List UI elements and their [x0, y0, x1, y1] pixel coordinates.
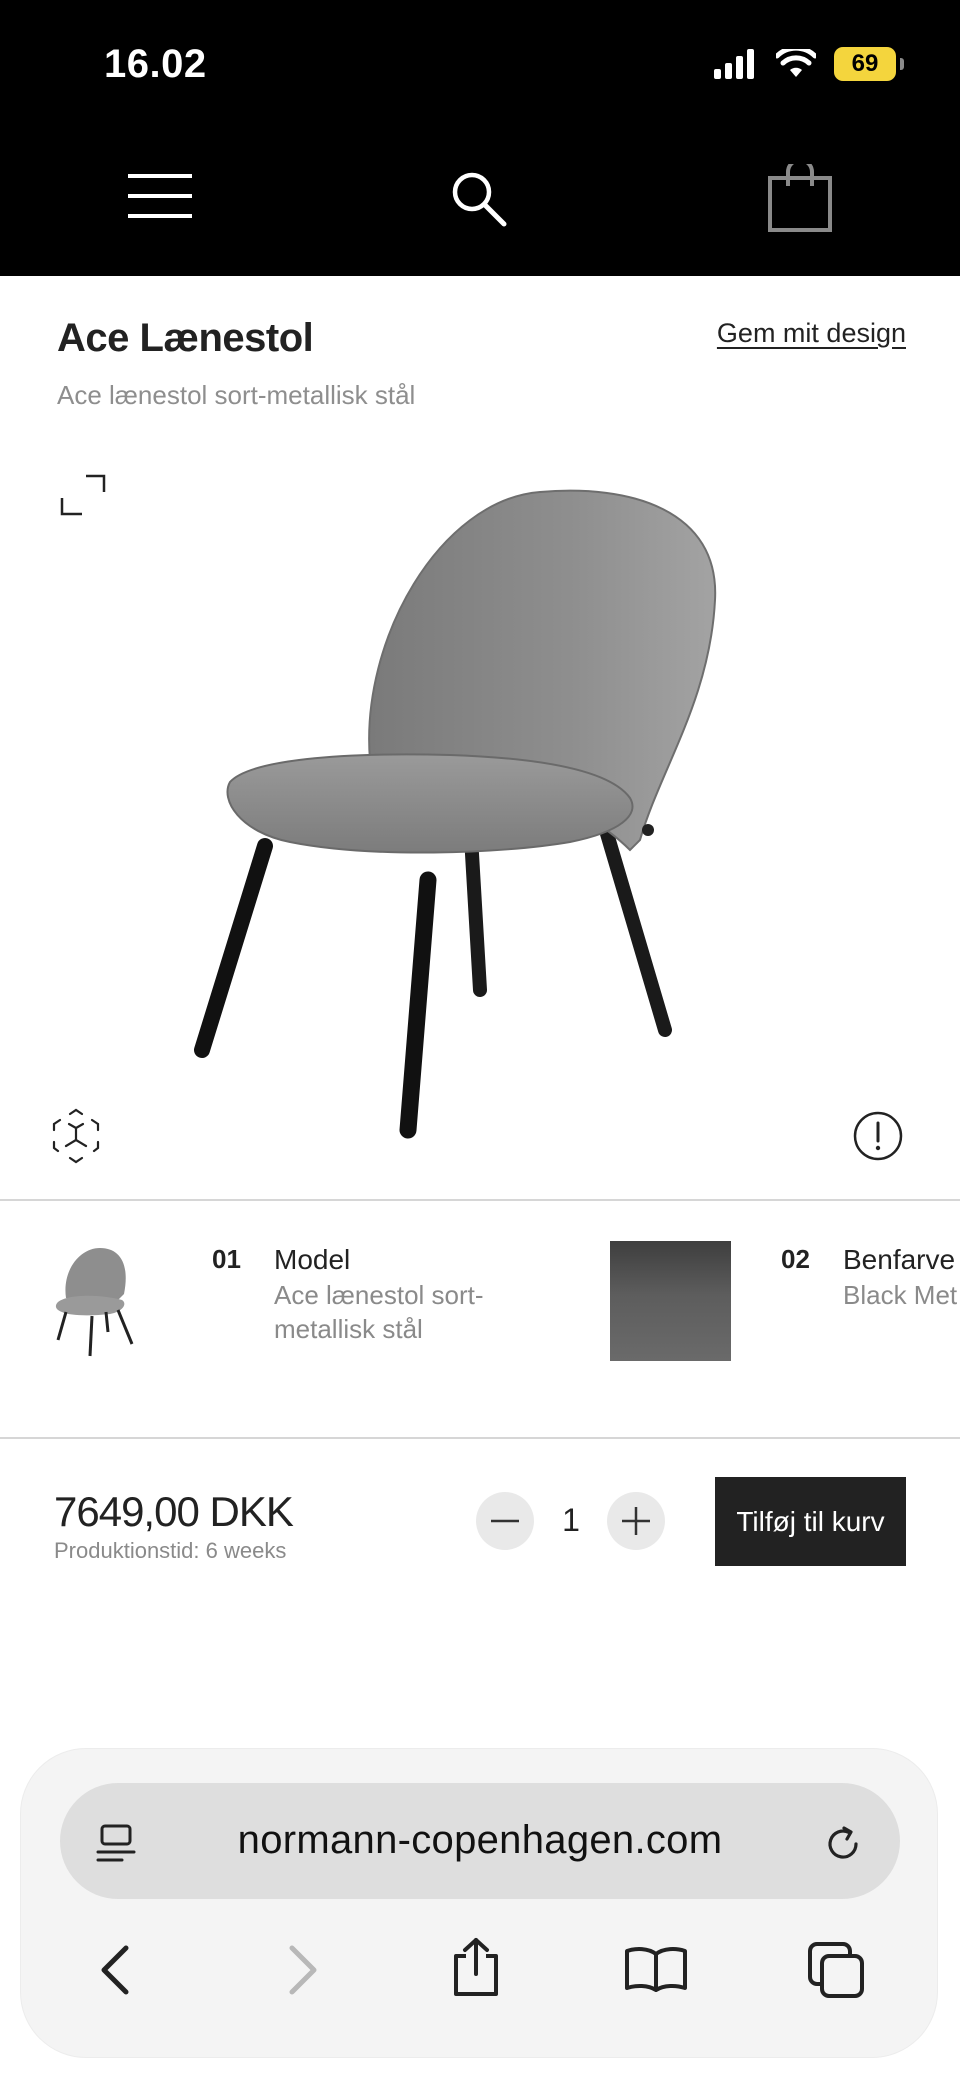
divider-bottom	[0, 1437, 960, 1439]
cellular-signal-icon	[714, 49, 754, 79]
minus-icon	[491, 1519, 519, 1523]
product-price: 7649,00 DKK	[54, 1488, 294, 1535]
step-label-leg-color[interactable]: Benfarve	[843, 1244, 955, 1276]
save-design-link[interactable]: Gem mit design	[717, 318, 906, 349]
back-icon[interactable]	[96, 1944, 136, 1996]
step-value-model-line2: metallisk stål	[274, 1314, 423, 1344]
hamburger-menu-icon[interactable]	[128, 172, 192, 220]
tabs-icon[interactable]	[806, 1940, 866, 2000]
site-header: 16.02 69	[0, 0, 960, 276]
bookmarks-icon[interactable]	[624, 1946, 688, 1992]
battery-icon: 69	[834, 47, 904, 81]
quantity-value: 1	[562, 1502, 580, 1538]
shopping-bag-icon[interactable]	[768, 164, 832, 232]
status-icons: 69	[714, 44, 904, 84]
plus-icon	[622, 1507, 650, 1535]
info-icon[interactable]	[852, 1110, 904, 1162]
expand-icon[interactable]	[60, 474, 108, 516]
forward-icon[interactable]	[282, 1944, 322, 1996]
product-title: Ace Lænestol	[57, 316, 314, 360]
share-icon[interactable]	[450, 1936, 502, 1998]
step-value-model-line1: Ace lænestol sort-	[274, 1280, 484, 1310]
production-time: Produktionstid: 6 weeks	[54, 1538, 287, 1563]
reload-icon[interactable]	[822, 1822, 866, 1866]
divider-top	[0, 1199, 960, 1201]
reader-mode-icon[interactable]	[96, 1822, 140, 1866]
step-label-model[interactable]: Model	[274, 1244, 350, 1276]
add-to-cart-button[interactable]: Tilføj til kurv	[715, 1477, 906, 1566]
search-icon[interactable]	[450, 170, 510, 230]
url-text[interactable]: normann-copenhagen.com	[160, 1818, 800, 1863]
wifi-icon	[776, 49, 816, 77]
leg-color-swatch[interactable]	[610, 1241, 731, 1361]
product-image-chair	[194, 489, 717, 1139]
status-time: 16.02	[104, 42, 207, 86]
battery-level: 69	[851, 50, 879, 77]
step-value-model: Ace lænestol sort- metallisk stål	[274, 1278, 484, 1346]
quantity-increase-button[interactable]	[607, 1492, 665, 1550]
product-subtitle: Ace lænestol sort-metallisk stål	[57, 380, 416, 410]
step-value-leg-color: Black Met	[843, 1280, 958, 1310]
model-thumbnail-chair[interactable]	[52, 1240, 148, 1360]
step-number-1: 01	[212, 1244, 241, 1274]
ar-view-icon[interactable]	[52, 1108, 100, 1164]
quantity-decrease-button[interactable]	[476, 1492, 534, 1550]
step-number-2: 02	[781, 1244, 810, 1274]
